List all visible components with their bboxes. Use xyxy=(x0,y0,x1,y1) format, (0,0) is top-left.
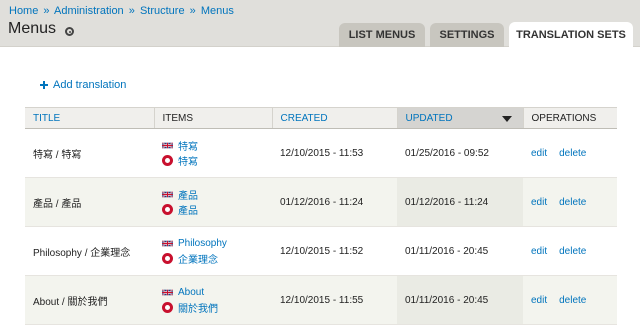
add-translation-link[interactable]: Add translation xyxy=(40,79,126,91)
row-items: About 關於我們 xyxy=(154,275,272,325)
breadcrumb-separator: » xyxy=(43,5,50,17)
table-row: 產品 / 產品 產品 產品 01/12/2016 - 11:24 01/12/2… xyxy=(25,177,617,227)
breadcrumb-separator: » xyxy=(189,5,196,17)
menu-item-link[interactable]: 關於我們 xyxy=(178,300,218,315)
menu-item-link[interactable]: 產品 xyxy=(178,202,198,217)
row-title: Philosophy / 企業理念 xyxy=(25,226,154,276)
breadcrumb-home-link[interactable]: Home xyxy=(9,5,38,17)
breadcrumb: Home » Administration » Structure » Menu… xyxy=(9,5,234,17)
table-row: 特寫 / 特寫 特寫 特寫 12/10/2015 - 11:53 01/25/2… xyxy=(25,128,617,178)
translation-sets-table: TITLE ITEMS CREATED UPDATED OPERATIONS 特… xyxy=(25,107,617,325)
breadcrumb-separator: » xyxy=(128,5,135,17)
uk-flag-icon xyxy=(162,289,173,296)
table-row: Philosophy / 企業理念 Philosophy 企業理念 12/10/… xyxy=(25,226,617,276)
row-items: 特寫 特寫 xyxy=(154,128,272,178)
table-row: About / 關於我們 About 關於我們 12/10/2015 - 11:… xyxy=(25,275,617,325)
delete-link[interactable]: delete xyxy=(559,148,586,159)
row-created: 12/10/2015 - 11:53 xyxy=(272,128,397,178)
row-title: 特寫 / 特寫 xyxy=(25,128,154,178)
row-created: 01/12/2016 - 11:24 xyxy=(272,177,397,227)
row-operations: edit delete xyxy=(523,226,617,276)
hong-kong-flag-icon xyxy=(162,155,173,166)
delete-link[interactable]: delete xyxy=(559,246,586,257)
hong-kong-flag-icon xyxy=(162,253,173,264)
gear-icon[interactable] xyxy=(65,27,74,36)
menu-item-link[interactable]: 特寫 xyxy=(178,153,198,168)
column-header-created[interactable]: CREATED xyxy=(271,107,397,129)
row-created: 12/10/2015 - 11:55 xyxy=(272,275,397,325)
breadcrumb-structure-link[interactable]: Structure xyxy=(140,5,185,17)
menu-item-link[interactable]: Philosophy xyxy=(178,238,227,249)
table-header-row: TITLE ITEMS CREATED UPDATED OPERATIONS xyxy=(25,107,617,129)
hong-kong-flag-icon xyxy=(162,302,173,313)
menu-item-link[interactable]: 特寫 xyxy=(178,138,198,153)
uk-flag-icon xyxy=(162,240,173,247)
menu-item-link[interactable]: 產品 xyxy=(178,187,198,202)
row-operations: edit delete xyxy=(523,275,617,325)
breadcrumb-administration-link[interactable]: Administration xyxy=(54,5,124,17)
row-created: 12/10/2015 - 11:52 xyxy=(272,226,397,276)
row-updated: 01/11/2016 - 20:45 xyxy=(397,226,523,276)
row-items: Philosophy 企業理念 xyxy=(154,226,272,276)
row-updated: 01/11/2016 - 20:45 xyxy=(397,275,523,325)
tab-settings[interactable]: SETTINGS xyxy=(430,23,504,47)
breadcrumb-menus-link[interactable]: Menus xyxy=(201,5,234,17)
page-title: Menus xyxy=(8,20,57,37)
delete-link[interactable]: delete xyxy=(559,197,586,208)
row-title: About / 關於我們 xyxy=(25,275,154,325)
menu-item-link[interactable]: 企業理念 xyxy=(178,251,218,266)
edit-link[interactable]: edit xyxy=(531,246,547,257)
column-header-operations: OPERATIONS xyxy=(522,107,617,129)
column-header-title[interactable]: TITLE xyxy=(25,107,154,129)
row-title: 產品 / 產品 xyxy=(25,177,154,227)
hong-kong-flag-icon xyxy=(162,204,173,215)
page-header: Home » Administration » Structure » Menu… xyxy=(0,0,640,48)
tab-translation-sets[interactable]: TRANSLATION SETS xyxy=(509,22,633,48)
edit-link[interactable]: edit xyxy=(531,295,547,306)
row-operations: edit delete xyxy=(523,128,617,178)
edit-link[interactable]: edit xyxy=(531,148,547,159)
row-updated: 01/12/2016 - 11:24 xyxy=(397,177,523,227)
row-updated: 01/25/2016 - 09:52 xyxy=(397,128,523,178)
column-header-items: ITEMS xyxy=(153,107,272,129)
add-translation-label: Add translation xyxy=(53,79,127,91)
uk-flag-icon xyxy=(162,191,173,198)
row-items: 產品 產品 xyxy=(154,177,272,227)
plus-icon xyxy=(40,81,48,89)
delete-link[interactable]: delete xyxy=(559,295,586,306)
column-header-updated-label: UPDATED xyxy=(405,112,453,124)
uk-flag-icon xyxy=(162,142,173,149)
sort-descending-icon xyxy=(501,116,512,122)
row-operations: edit delete xyxy=(523,177,617,227)
tab-list-menus[interactable]: LIST MENUS xyxy=(339,23,425,47)
edit-link[interactable]: edit xyxy=(531,197,547,208)
menu-item-link[interactable]: About xyxy=(178,287,204,298)
column-header-updated[interactable]: UPDATED xyxy=(396,107,523,129)
